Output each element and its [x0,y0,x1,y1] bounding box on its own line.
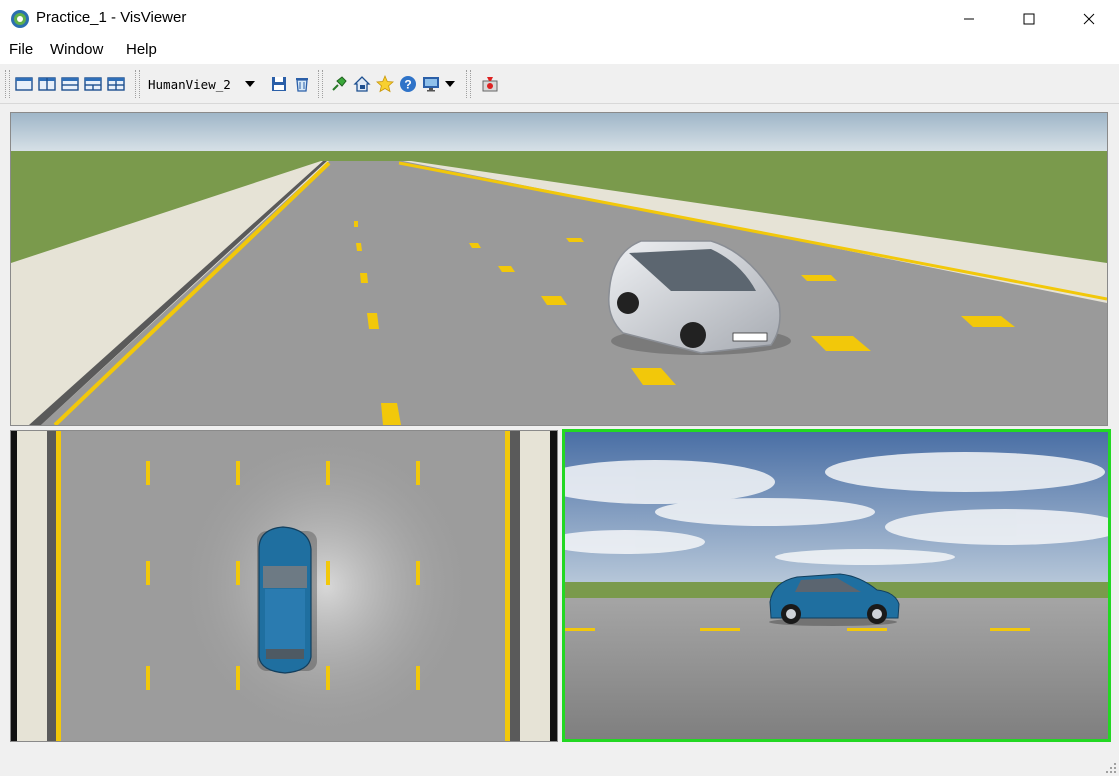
help-icon[interactable]: ? [399,75,417,93]
toolbar-grip[interactable] [466,70,471,98]
menu-help[interactable]: Help [126,41,157,58]
right-sidewalk [520,431,550,741]
menu-file[interactable]: File [9,41,33,58]
left-edge-line [56,431,61,741]
view-selector[interactable]: HumanView_2 [148,74,257,94]
layout-quad-icon[interactable] [107,75,125,93]
toolbar: HumanView_2 ? [0,64,1119,104]
home-camera-icon[interactable] [353,75,371,93]
top-down-viewport[interactable] [10,430,558,742]
toolbar-grip[interactable] [135,70,140,98]
star-icon[interactable] [376,75,394,93]
close-icon [1083,13,1095,25]
close-button[interactable] [1066,0,1112,38]
app-icon [11,10,29,28]
right-edge-line [505,431,510,741]
minimize-icon [964,18,974,20]
layout-top-bottom-split-icon[interactable] [84,75,102,93]
perspective-viewport[interactable] [10,112,1108,426]
delete-icon[interactable] [293,75,311,93]
chevron-down-icon[interactable] [243,79,257,89]
monitor-icon[interactable] [422,75,440,93]
pin-icon[interactable] [330,75,348,93]
resize-grip-icon[interactable] [1105,762,1117,774]
toolbar-grip[interactable] [318,70,323,98]
svg-text:?: ? [404,78,411,92]
record-icon[interactable] [481,75,499,93]
menu-bar: File Window Help [0,38,1119,64]
perspective-scene [11,113,1107,425]
menu-window[interactable]: Window [50,41,103,58]
status-bar [0,744,1119,776]
layout-single-icon[interactable] [15,75,33,93]
sky [11,113,1107,153]
side-chase-scene [565,432,1108,739]
chevron-down-icon[interactable] [444,79,456,89]
view-selector-value: HumanView_2 [148,76,231,92]
save-icon[interactable] [270,75,288,93]
blue-car-top [257,526,317,674]
side-chase-viewport[interactable] [562,429,1111,742]
toolbar-grip[interactable] [5,70,10,98]
layout-two-columns-icon[interactable] [38,75,56,93]
minimize-button[interactable] [946,0,992,38]
window-title: Practice_1 - VisViewer [36,9,187,26]
maximize-icon [1023,13,1035,25]
left-sidewalk [17,431,47,741]
maximize-button[interactable] [1006,0,1052,38]
title-bar: Practice_1 - VisViewer [0,0,1119,38]
layout-two-rows-icon[interactable] [61,75,79,93]
top-down-scene [11,431,557,741]
